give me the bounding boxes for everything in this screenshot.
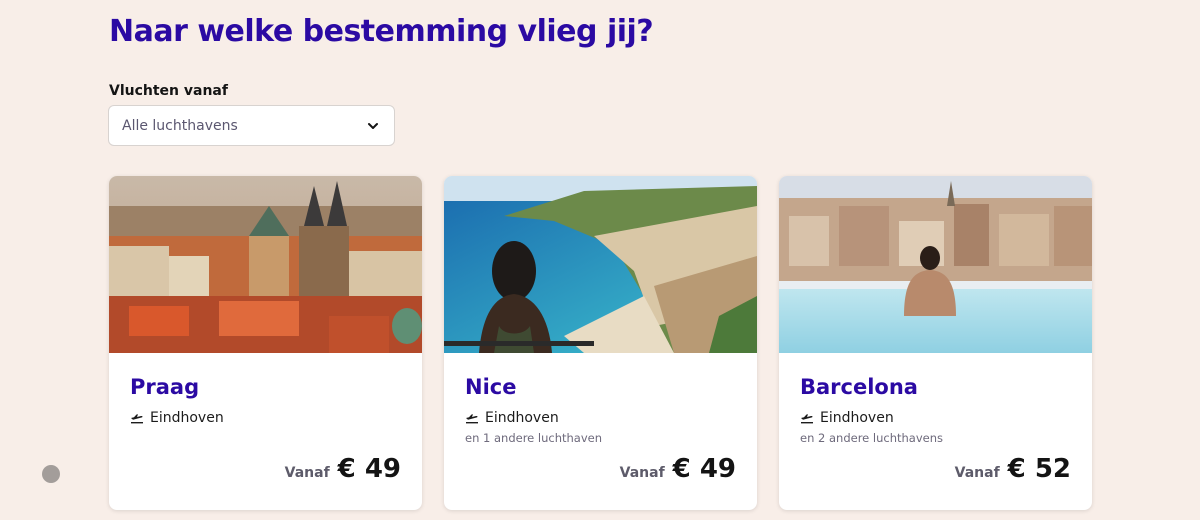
departure-airport-select[interactable]: Alle luchthavens — [108, 105, 395, 146]
card-origin-airport: Eindhoven — [485, 410, 559, 426]
card-city-name: Nice — [465, 375, 517, 399]
card-price: € 49 — [337, 454, 401, 484]
destination-card-barcelona[interactable]: Barcelona Eindhoven en 2 andere luchthav… — [779, 176, 1092, 510]
destination-card-nice[interactable]: Nice Eindhoven en 1 andere luchthaven Va… — [444, 176, 757, 510]
card-additional-airports: en 2 andere luchthavens — [800, 431, 944, 445]
page-title: Naar welke bestemming vlieg jij? — [109, 14, 654, 49]
departure-airport-select-value: Alle luchthavens — [122, 117, 238, 134]
card-origin-airport: Eindhoven — [150, 410, 224, 426]
card-additional-airports: en 1 andere luchthaven — [465, 431, 603, 445]
chevron-down-icon — [368, 122, 378, 129]
price-prefix: Vanaf — [619, 465, 665, 481]
card-origin-airport: Eindhoven — [820, 410, 894, 426]
card-price: € 49 — [672, 454, 736, 484]
barcelona-rooftop-pool-photo — [779, 176, 1092, 353]
nice-coastline-photo — [444, 176, 757, 353]
plane-departure-icon — [801, 414, 813, 424]
card-price: € 52 — [1007, 454, 1071, 484]
prague-cityscape-photo — [109, 176, 422, 353]
card-city-name: Barcelona — [800, 375, 918, 399]
plane-departure-icon — [466, 414, 478, 424]
price-prefix: Vanaf — [284, 465, 330, 481]
departure-filter-label: Vluchten vanaf — [109, 83, 228, 99]
plane-departure-icon — [131, 414, 143, 424]
floating-indicator-dot — [42, 465, 60, 483]
destination-card-praag[interactable]: Praag Eindhoven Vanaf € 49 — [109, 176, 422, 510]
card-city-name: Praag — [130, 375, 200, 399]
price-prefix: Vanaf — [954, 465, 1000, 481]
